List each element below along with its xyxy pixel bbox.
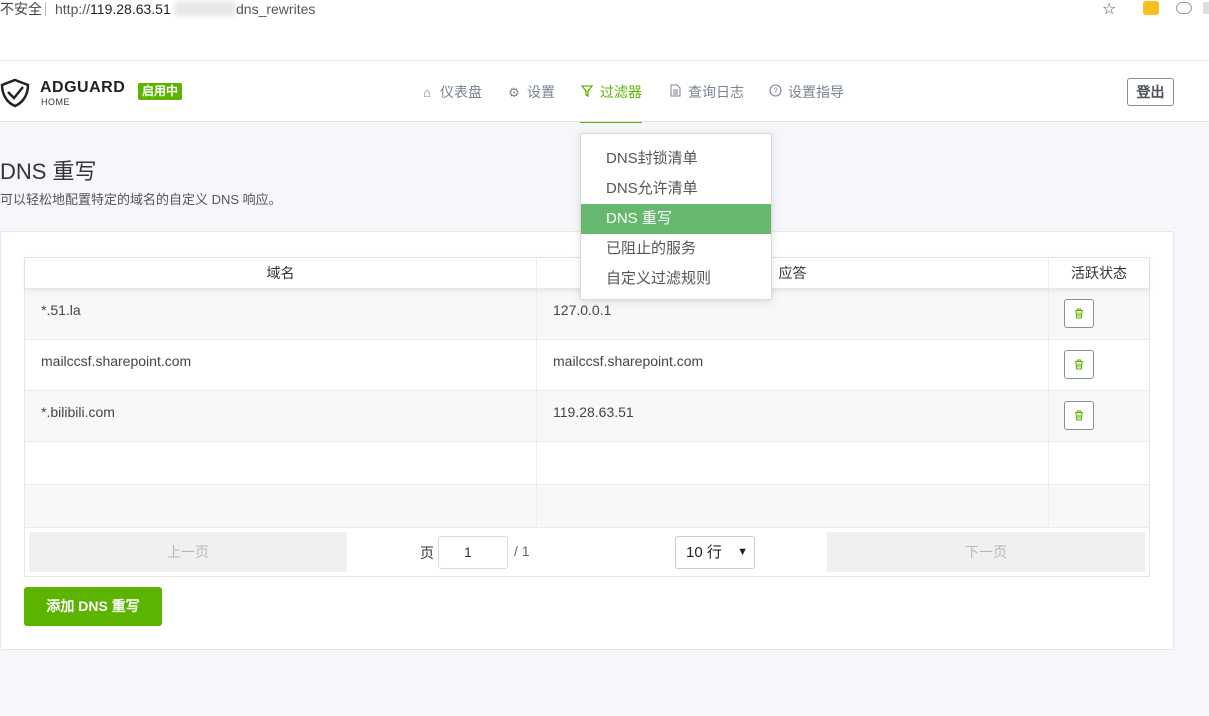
gear-icon: ⚙ [508, 85, 520, 100]
page-label: 页 [420, 545, 434, 561]
document-icon [668, 62, 682, 124]
cloud-extension-icon[interactable] [1176, 2, 1192, 14]
add-dns-rewrite-button[interactable]: 添加 DNS 重写 [24, 587, 162, 626]
nav-dashboard-label: 仪表盘 [440, 84, 482, 100]
menu-item-dns-allowlists[interactable]: DNS允许清单 [581, 174, 771, 204]
table-row: *.bilibili.com 119.28.63.51 [25, 391, 1149, 442]
trash-icon [1075, 359, 1083, 370]
empty-cell [1049, 442, 1149, 484]
nav-setup-guide[interactable]: ? 设置指导 [768, 61, 844, 123]
empty-table-row [25, 442, 1149, 485]
nav-filters-label: 过滤器 [600, 84, 642, 100]
brand-subtitle: HOME [41, 97, 70, 107]
answer-cell: mailccsf.sharepoint.com [537, 340, 1049, 390]
logout-button[interactable]: 登出 [1127, 78, 1174, 106]
help-icon: ? [768, 62, 782, 124]
adguard-shield-icon[interactable] [0, 78, 30, 108]
chevron-down-icon: ▼ [737, 546, 748, 558]
nav-query-log-label: 查询日志 [688, 84, 744, 100]
empty-cell [537, 485, 1049, 527]
column-header-domain[interactable]: 域名 [25, 258, 537, 288]
column-header-status[interactable]: 活跃状态 [1049, 258, 1149, 288]
empty-cell [1049, 485, 1149, 527]
menu-item-dns-rewrites[interactable]: DNS 重写 [581, 204, 771, 234]
extension-edge-icon[interactable] [1203, 2, 1209, 14]
delete-button[interactable] [1064, 401, 1094, 430]
empty-table-row [25, 485, 1149, 528]
url-host: 119.28.63.51 [90, 1, 171, 17]
extension-icon[interactable] [1143, 1, 1159, 15]
delete-button[interactable] [1064, 299, 1094, 328]
page-size-select[interactable]: 10 行 ▼ [675, 536, 755, 569]
bookmark-star-icon[interactable]: ☆ [1102, 0, 1116, 19]
filters-dropdown-menu: DNS封锁清单 DNS允许清单 DNS 重写 已阻止的服务 自定义过滤规则 [580, 133, 772, 300]
answer-cell: 119.28.63.51 [537, 391, 1049, 441]
app-header: ADGUARD HOME 启用中 ⌂ 仪表盘 ⚙ 设置 过滤器 查询日志 ? 设置指… [0, 60, 1209, 123]
svg-text:?: ? [773, 87, 778, 96]
domain-cell: *.bilibili.com [25, 391, 537, 441]
trash-icon [1075, 308, 1083, 319]
actions-cell [1049, 289, 1149, 339]
nav-query-log[interactable]: 查询日志 [668, 61, 744, 123]
url-text[interactable]: http://119.28.63.51 [55, 0, 171, 18]
actions-cell [1049, 391, 1149, 441]
next-page-button[interactable]: 下一页 [827, 532, 1145, 572]
empty-cell [25, 442, 537, 484]
url-path: dns_rewrites [236, 1, 316, 17]
table-row: mailccsf.sharepoint.com mailccsf.sharepo… [25, 340, 1149, 391]
menu-item-dns-blocklists[interactable]: DNS封锁清单 [581, 144, 771, 174]
page-number-input[interactable]: 1 [438, 536, 508, 569]
menu-item-blocked-services[interactable]: 已阻止的服务 [581, 234, 771, 264]
page-title: DNS 重写 [0, 159, 97, 184]
nav-settings[interactable]: ⚙ 设置 [507, 61, 555, 123]
previous-page-button[interactable]: 上一页 [29, 532, 347, 572]
pagination: 上一页 页 1 / 1 10 行 ▼ 下一页 [25, 528, 1149, 576]
nav-setup-guide-label: 设置指导 [788, 84, 844, 100]
menu-item-custom-filtering-rules[interactable]: 自定义过滤规则 [581, 264, 771, 294]
browser-address-bar: 不安全 http://119.28.63.51 dns_rewrites ☆ [0, 0, 1209, 60]
nav-dashboard[interactable]: ⌂ 仪表盘 [420, 61, 482, 123]
filter-icon [580, 62, 594, 124]
empty-cell [25, 485, 537, 527]
page-size-value: 10 行 [686, 544, 722, 561]
page-total: / 1 [514, 543, 530, 559]
page-description: 可以轻松地配置特定的域名的自定义 DNS 响应。 [0, 192, 282, 207]
home-icon: ⌂ [423, 85, 431, 100]
address-separator [45, 2, 46, 16]
domain-cell: *.51.la [25, 289, 537, 339]
url-prefix: http:// [55, 1, 91, 17]
status-badge: 启用中 [138, 83, 183, 100]
domain-cell: mailccsf.sharepoint.com [25, 340, 537, 390]
nav-settings-label: 设置 [527, 84, 555, 100]
page-controls: 页 1 / 1 10 行 ▼ [347, 532, 827, 572]
trash-icon [1075, 410, 1083, 421]
security-label[interactable]: 不安全 [0, 0, 42, 18]
nav-filters[interactable]: 过滤器 [580, 61, 642, 123]
delete-button[interactable] [1064, 350, 1094, 379]
url-redacted [175, 1, 235, 16]
rewrites-table: 域名 应答 活跃状态 *.51.la 127.0.0.1 mailccsf.sh… [24, 257, 1150, 577]
actions-cell [1049, 340, 1149, 390]
brand-name[interactable]: ADGUARD [40, 79, 125, 97]
empty-cell [537, 442, 1049, 484]
